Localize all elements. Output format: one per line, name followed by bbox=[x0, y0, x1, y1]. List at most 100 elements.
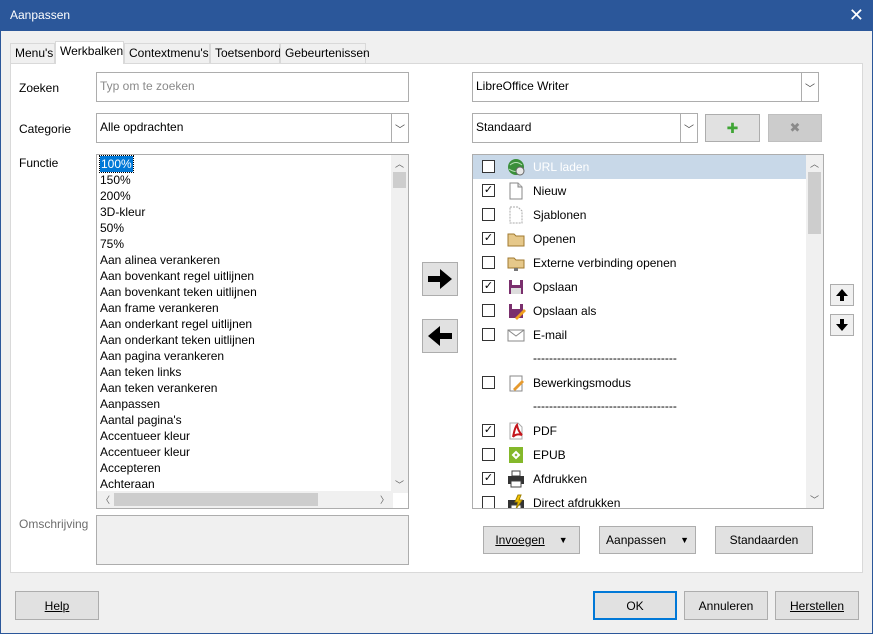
move-down-button[interactable] bbox=[830, 314, 854, 336]
remove-command-button[interactable] bbox=[422, 319, 458, 353]
function-item[interactable]: 150% bbox=[98, 172, 257, 188]
close-icon[interactable]: ✕ bbox=[849, 5, 864, 25]
category-select[interactable]: Alle opdrachten ﹀ bbox=[96, 113, 409, 143]
function-item[interactable]: Aan bovenkant teken uitlijnen bbox=[98, 284, 257, 300]
hscroll-thumb[interactable] bbox=[114, 493, 318, 506]
toolbar-entries-list[interactable]: URL laden ✓ Nieuw Sjablonen ✓ Openen Externe v… bbox=[472, 154, 824, 509]
tab-toolbars[interactable]: Werkbalken bbox=[55, 41, 124, 64]
function-item[interactable]: Aan onderkant regel uitlijnen bbox=[98, 316, 257, 332]
separator-row[interactable]: ------------------------------------ bbox=[473, 395, 806, 419]
scroll-thumb[interactable] bbox=[808, 172, 821, 234]
toolbar-value: Standaard bbox=[476, 120, 532, 134]
scroll-left-icon[interactable]: 〈 bbox=[97, 491, 114, 508]
entry-checkbox[interactable] bbox=[482, 448, 495, 461]
scope-select[interactable]: LibreOffice Writer ﹀ bbox=[472, 72, 819, 102]
description-box bbox=[96, 515, 409, 565]
entry-checkbox[interactable] bbox=[482, 328, 495, 341]
chevron-down-icon[interactable]: ﹀ bbox=[680, 114, 697, 142]
function-hscroll[interactable]: 〈 〉 bbox=[97, 491, 393, 508]
dialog-title: Aanpassen bbox=[10, 8, 71, 22]
tab-menus[interactable]: Menu's bbox=[10, 43, 55, 64]
entry-checkbox[interactable] bbox=[482, 496, 495, 508]
entry-checkbox[interactable] bbox=[482, 376, 495, 389]
function-item[interactable]: 3D-kleur bbox=[98, 204, 257, 220]
entry-checkbox[interactable]: ✓ bbox=[482, 184, 495, 197]
toolbar-entry[interactable]: Sjablonen bbox=[473, 203, 806, 227]
scroll-up-icon[interactable]: ︿ bbox=[391, 155, 408, 172]
add-toolbar-button[interactable]: ✚ bbox=[705, 114, 760, 142]
function-item[interactable]: Aan teken verankeren bbox=[98, 380, 257, 396]
function-item[interactable]: 200% bbox=[98, 188, 257, 204]
function-vscroll[interactable]: ︿ ﹀ bbox=[391, 155, 408, 493]
function-item[interactable]: Aanpassen bbox=[98, 396, 257, 412]
entry-checkbox[interactable]: ✓ bbox=[482, 280, 495, 293]
function-item[interactable]: Aan bovenkant regel uitlijnen bbox=[98, 268, 257, 284]
function-item[interactable]: Accepteren bbox=[98, 460, 257, 476]
toolbar-entry[interactable]: Bewerkingsmodus bbox=[473, 371, 806, 395]
function-list[interactable]: 100% 150% 200% 3D-kleur 50% 75% Aan alinea ver… bbox=[96, 154, 409, 509]
scroll-down-icon[interactable]: ﹀ bbox=[391, 476, 408, 493]
separator-line: ------------------------------------ bbox=[533, 351, 677, 365]
chevron-down-icon[interactable]: ﹀ bbox=[801, 73, 818, 101]
move-up-button[interactable] bbox=[830, 284, 854, 306]
function-item[interactable]: Aan onderkant teken uitlijnen bbox=[98, 332, 257, 348]
toolbar-entry[interactable]: ✓ Afdrukken bbox=[473, 467, 806, 491]
function-item[interactable]: Accentueer kleur bbox=[98, 444, 257, 460]
scroll-right-icon[interactable]: 〉 bbox=[376, 491, 393, 508]
toolbar-entry[interactable]: ✓ Opslaan bbox=[473, 275, 806, 299]
insert-button[interactable]: Invoegen ▼ bbox=[483, 526, 580, 554]
toolbar-entries: URL laden ✓ Nieuw Sjablonen ✓ Openen Externe v… bbox=[473, 155, 806, 508]
customize-dialog: Aanpassen ✕ Menu's Werkbalken Contextmen… bbox=[0, 0, 873, 634]
entry-checkbox[interactable] bbox=[482, 304, 495, 317]
function-item[interactable]: 50% bbox=[98, 220, 257, 236]
entry-checkbox[interactable] bbox=[482, 256, 495, 269]
function-item[interactable]: Aan teken links bbox=[98, 364, 257, 380]
function-item[interactable]: Achteraan bbox=[98, 476, 257, 492]
toolbar-select[interactable]: Standaard ﹀ bbox=[472, 113, 698, 143]
entry-label: E-mail bbox=[533, 328, 568, 342]
toolbar-entry[interactable]: ✓ PDF bbox=[473, 419, 806, 443]
dropdown-arrow-icon: ▼ bbox=[558, 535, 568, 545]
entry-checkbox[interactable]: ✓ bbox=[482, 232, 495, 245]
toolbar-entry[interactable]: URL laden bbox=[473, 155, 806, 179]
function-label: Functie bbox=[19, 156, 59, 170]
add-command-button[interactable] bbox=[422, 262, 458, 296]
function-item[interactable]: Aan frame verankeren bbox=[98, 300, 257, 316]
defaults-button[interactable]: Standaarden bbox=[715, 526, 813, 554]
tab-context-menus[interactable]: Contextmenu's bbox=[124, 43, 210, 64]
scroll-down-icon[interactable]: ﹀ bbox=[806, 491, 823, 508]
toolbar-entry[interactable]: EPUB bbox=[473, 443, 806, 467]
entry-checkbox[interactable] bbox=[482, 160, 495, 173]
scroll-up-icon[interactable]: ︿ bbox=[806, 155, 823, 172]
function-item[interactable]: Aantal pagina's bbox=[98, 412, 257, 428]
function-item[interactable]: Aan alinea verankeren bbox=[98, 252, 257, 268]
remove-toolbar-button[interactable]: ✖ bbox=[768, 114, 822, 142]
function-item[interactable]: 100% bbox=[98, 155, 257, 173]
toolbar-entry[interactable]: Direct afdrukken bbox=[473, 491, 806, 508]
entries-vscroll[interactable]: ︿ ﹀ bbox=[806, 155, 823, 508]
chevron-down-icon[interactable]: ﹀ bbox=[391, 114, 408, 142]
entry-checkbox[interactable]: ✓ bbox=[482, 424, 495, 437]
ok-button[interactable]: OK bbox=[593, 591, 677, 620]
tab-keyboard[interactable]: Toetsenbord bbox=[210, 43, 281, 64]
toolbar-entry[interactable]: Externe verbinding openen bbox=[473, 251, 806, 275]
toolbar-entry[interactable]: Opslaan als bbox=[473, 299, 806, 323]
globe-icon bbox=[508, 159, 525, 176]
templates-icon bbox=[509, 206, 523, 224]
reset-button[interactable]: Herstellen bbox=[775, 591, 859, 620]
entry-checkbox[interactable] bbox=[482, 208, 495, 221]
scroll-thumb[interactable] bbox=[393, 172, 406, 188]
function-item[interactable]: Accentueer kleur bbox=[98, 428, 257, 444]
tab-events[interactable]: Gebeurtenissen bbox=[280, 43, 370, 64]
search-input[interactable]: Typ om te zoeken bbox=[96, 72, 409, 102]
toolbar-entry[interactable]: ✓ Nieuw bbox=[473, 179, 806, 203]
help-button[interactable]: Help bbox=[15, 591, 99, 620]
function-item[interactable]: 75% bbox=[98, 236, 257, 252]
modify-button[interactable]: Aanpassen ▼ bbox=[599, 526, 696, 554]
entry-checkbox[interactable]: ✓ bbox=[482, 472, 495, 485]
toolbar-entry[interactable]: ✓ Openen bbox=[473, 227, 806, 251]
separator-row[interactable]: ------------------------------------ bbox=[473, 347, 806, 371]
function-item[interactable]: Aan pagina verankeren bbox=[98, 348, 257, 364]
toolbar-entry[interactable]: E-mail bbox=[473, 323, 806, 347]
cancel-button[interactable]: Annuleren bbox=[684, 591, 768, 620]
